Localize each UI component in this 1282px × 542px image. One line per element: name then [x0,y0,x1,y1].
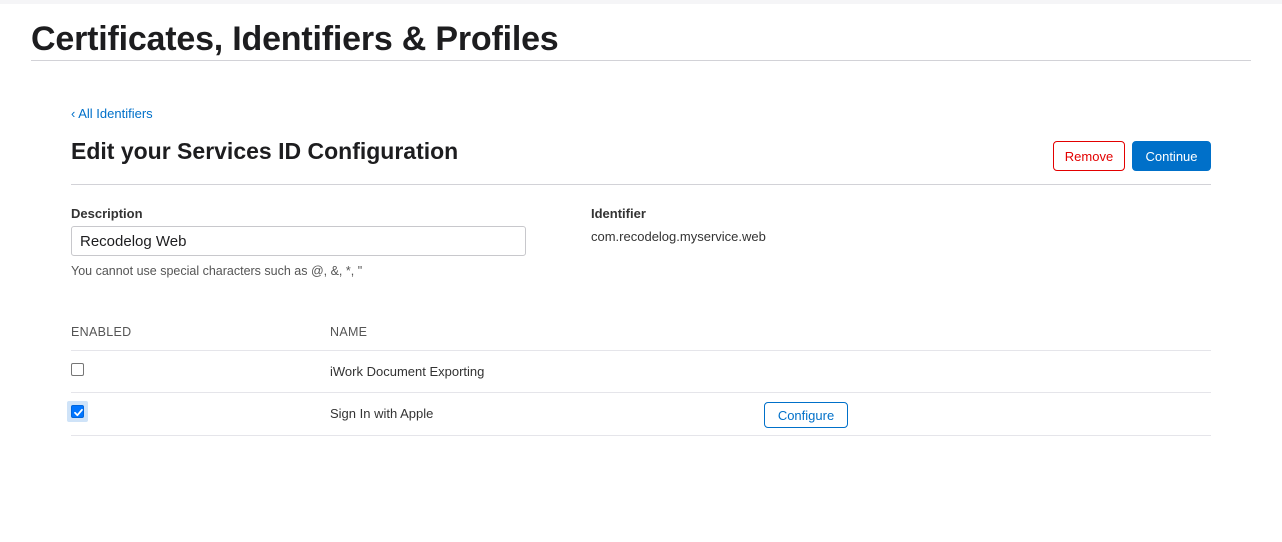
description-label: Description [71,206,143,221]
sign-in-with-apple-checkbox-focus [67,401,88,422]
description-hint: You cannot use special characters such a… [71,264,363,278]
sign-in-with-apple-checkbox[interactable] [71,405,84,418]
service-name-iwork: iWork Document Exporting [330,364,485,379]
row-divider [71,392,1211,393]
section-divider [71,184,1211,185]
continue-button[interactable]: Continue [1132,141,1211,171]
back-to-identifiers-link[interactable]: ‹ All Identifiers [71,106,153,121]
page-title: Certificates, Identifiers & Profiles [31,20,559,58]
checkmark-icon [74,408,83,417]
column-header-enabled: ENABLED [71,325,132,339]
row-divider [71,435,1211,436]
description-input[interactable] [71,226,526,256]
title-divider [31,60,1251,61]
configure-button[interactable]: Configure [764,402,848,428]
identifier-value: com.recodelog.myservice.web [591,229,766,244]
service-name-sign-in-with-apple: Sign In with Apple [330,406,434,421]
top-strip [0,0,1282,4]
row-divider [71,350,1211,351]
column-header-name: NAME [330,325,368,339]
identifier-label: Identifier [591,206,646,221]
iwork-exporting-checkbox[interactable] [71,363,84,376]
section-title: Edit your Services ID Configuration [71,138,459,164]
remove-button[interactable]: Remove [1053,141,1125,171]
